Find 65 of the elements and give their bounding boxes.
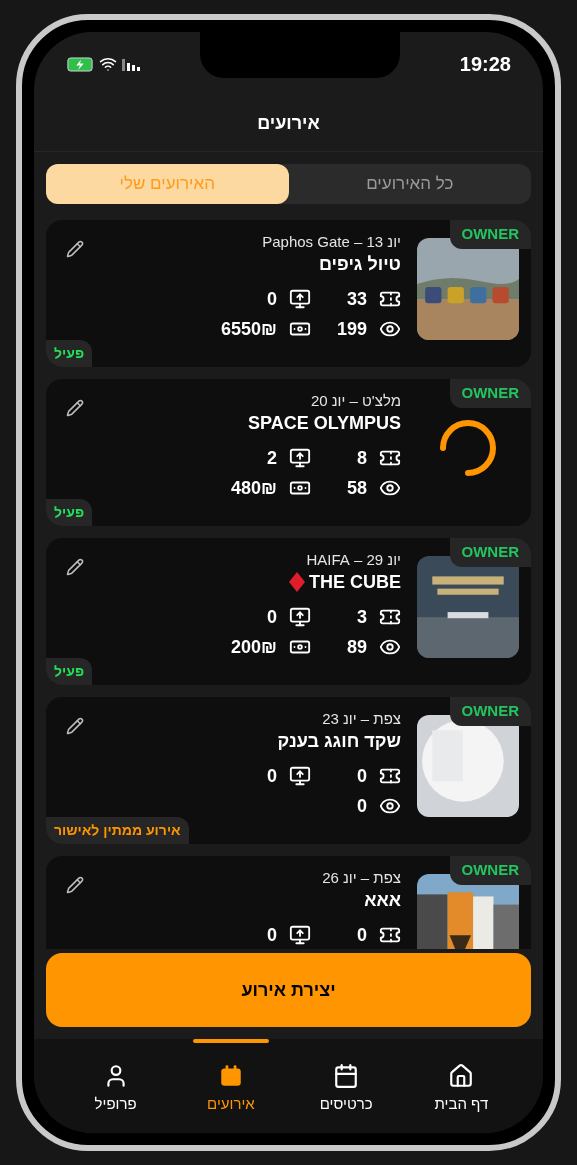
create-event-button[interactable]: יצירת אירוע xyxy=(46,953,531,1027)
event-date-location: מלצ'ט – יונ 20 xyxy=(310,391,401,411)
status-badge: פעיל xyxy=(46,499,92,526)
screen-share-icon xyxy=(289,924,311,946)
status-badge: פעיל xyxy=(46,658,92,685)
screen-share-icon xyxy=(289,447,311,469)
screen-share-icon xyxy=(289,288,311,310)
nav-item[interactable]: אירועים xyxy=(173,1039,289,1133)
nav-item[interactable]: פרופיל xyxy=(58,1039,174,1133)
pencil-icon xyxy=(66,399,84,417)
battery-icon xyxy=(66,56,94,72)
stat-value: 200₪ xyxy=(231,635,277,659)
wifi-icon xyxy=(99,55,117,73)
page-title: אירועים xyxy=(257,112,320,135)
stat-value: 0 xyxy=(357,794,367,818)
home-icon xyxy=(448,1063,475,1089)
event-date-location: יונ 13 – Paphos Gate xyxy=(262,232,401,252)
screen-share-icon xyxy=(289,765,311,787)
event-date-location: צפת – יונ 26 xyxy=(322,868,401,888)
stat-value: 8 xyxy=(357,446,367,470)
edit-button[interactable] xyxy=(66,717,84,735)
event-title: SPACE OLYMPUS xyxy=(247,412,401,435)
stat-value: 0 xyxy=(267,287,277,311)
nav-item[interactable]: דף הבית xyxy=(403,1039,519,1133)
stat-value: 0 xyxy=(357,764,367,788)
event-title: THE CUBE xyxy=(309,571,401,594)
owner-badge: OWNER xyxy=(449,220,531,249)
signal-icon xyxy=(122,57,140,71)
stat-value: 0 xyxy=(267,605,277,629)
event-date-location: יונ 29 – HAIFA xyxy=(306,550,401,570)
stat-value: 0 xyxy=(267,764,277,788)
diamond-icon xyxy=(289,572,305,592)
nav-item[interactable]: כרטיסים xyxy=(288,1039,404,1133)
edit-button[interactable] xyxy=(66,240,84,258)
owner-badge: OWNER xyxy=(449,538,531,567)
owner-badge: OWNER xyxy=(449,379,531,408)
event-title: טיול גיפים xyxy=(319,253,401,276)
stat-value: 6550₪ xyxy=(221,317,277,341)
stat-value: 58 xyxy=(346,476,367,500)
stat-value: 0 xyxy=(267,923,277,947)
event-title: אאא xyxy=(364,889,401,912)
status-badge: פעיל xyxy=(46,340,92,367)
stat-value: 2 xyxy=(267,446,277,470)
calendar-icon xyxy=(333,1063,360,1089)
owner-badge: OWNER xyxy=(449,856,531,885)
edit-button[interactable] xyxy=(66,558,84,576)
stat-value: 33 xyxy=(346,287,367,311)
tab[interactable]: כל האירועים xyxy=(288,164,531,204)
pencil-icon xyxy=(66,240,84,258)
screen-share-icon xyxy=(289,606,311,628)
stat-value: 199 xyxy=(336,317,367,341)
edit-button[interactable] xyxy=(66,876,84,894)
event-title: שקד חוגג בענק xyxy=(277,730,401,753)
stat-value: 89 xyxy=(346,635,367,659)
event-date-location: צפת – יונ 23 xyxy=(322,709,401,729)
pencil-icon xyxy=(66,558,84,576)
pencil-icon xyxy=(66,876,84,894)
stat-value: 0 xyxy=(357,923,367,947)
stat-value: 3 xyxy=(357,605,367,629)
edit-button[interactable] xyxy=(66,399,84,417)
status-badge: אירוע ממתין לאישור xyxy=(46,817,189,844)
pencil-icon xyxy=(66,717,84,735)
stat-value: 480₪ xyxy=(231,476,277,500)
owner-badge: OWNER xyxy=(449,697,531,726)
status-time: 19:28 xyxy=(459,52,511,77)
